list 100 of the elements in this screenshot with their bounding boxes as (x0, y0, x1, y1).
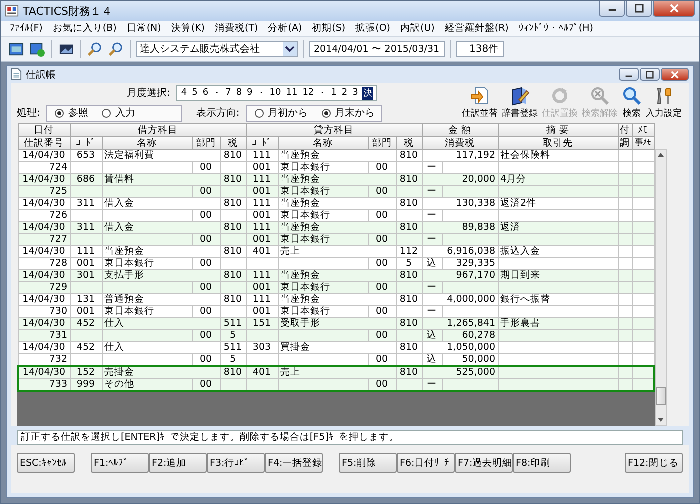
amount-cell: 130,338 (422, 198, 498, 210)
account-cell: 支払手形 (102, 270, 220, 282)
status-message: 訂正する仕訳を選択し[ENTER]ｷｰで決定します。削除する場合は[F5]ｷｰを押します。 (17, 430, 683, 445)
menu-item[interactable]: 経営羅針盤(R) (440, 22, 514, 35)
amount-cell: 1,050,000 (422, 342, 498, 354)
company-dropdown[interactable]: 達人システム販売株式会社 (136, 41, 298, 57)
month-option[interactable]: 1 (330, 88, 338, 98)
function-key-button[interactable]: F12:閉じる (625, 453, 683, 473)
journal-entry[interactable]: 14/04/30 653 法定福利費 810 111 当座預金 810 117,192 社会保険料 724 00 001 東日本銀行 00 ー (18, 150, 654, 174)
menu-item[interactable]: 初期(S) (307, 22, 351, 35)
month-option[interactable]: 10 (268, 88, 282, 98)
date-cell: 14/04/30 (18, 150, 70, 162)
scroll-thumb[interactable] (656, 387, 666, 405)
summary-cell: 返済2件 (498, 198, 618, 210)
function-key-button[interactable]: ESC:ｷｬﾝｾﾙ (17, 453, 75, 473)
column-header: 日付 (18, 124, 70, 136)
close-button[interactable] (653, 1, 695, 17)
radio-option[interactable]: 参照 (55, 106, 88, 120)
radio-option[interactable]: 入力 (102, 106, 136, 120)
menu-item[interactable]: 決算(K) (166, 22, 210, 35)
code-cell: 151 (246, 318, 278, 330)
month-option[interactable]: 12 (302, 88, 316, 98)
function-key-button[interactable]: F6:日付ｻｰﾁ (397, 453, 455, 473)
menu-item[interactable]: 内訳(U) (396, 22, 440, 35)
account-cell: 受取手形 (278, 318, 396, 330)
code-cell: 653 (70, 150, 102, 162)
action-button[interactable]: 入力設定 (645, 86, 683, 120)
window-title: 仕訳帳 (26, 68, 56, 82)
action-button[interactable]: 仕訳並替 (461, 86, 499, 120)
menu-item[interactable]: 拡張(O) (350, 22, 396, 35)
tax-code-cell: 810 (220, 246, 246, 258)
account-cell: 仕入 (102, 318, 220, 330)
menu-item[interactable]: 分析(A) (263, 22, 308, 35)
minimize-button[interactable] (599, 1, 625, 17)
function-key-button[interactable]: F7:過去明細 (455, 453, 513, 473)
month-option[interactable]: 4 (180, 88, 188, 98)
action-button[interactable]: 辞書登録 (501, 86, 539, 120)
scrollbar[interactable] (655, 149, 667, 426)
radio-button[interactable] (254, 108, 264, 118)
month-option[interactable]: 2 (340, 88, 349, 98)
journal-entry[interactable]: 14/04/30 452 仕入 511 303 買掛金 810 1,050,000 732 00 5 00 込 50,000 (18, 342, 654, 366)
month-option[interactable]: 6 (202, 88, 210, 98)
code-cell: 311 (70, 198, 102, 210)
function-key-button[interactable]: F3:行ｺﾋﾟｰ (207, 453, 265, 473)
journal-entry[interactable]: 14/04/30 131 普通預金 810 111 当座預金 810 4,000,000 銀行へ振替 730 001 東日本銀行 00 001 東日本銀行 00 ー (18, 294, 654, 318)
radio-button[interactable] (322, 108, 331, 118)
column-header: 借方科目 (70, 124, 246, 136)
function-key-button[interactable]: F8:印刷 (513, 453, 571, 473)
menu-item[interactable]: 消費税(T) (210, 22, 264, 35)
month-option[interactable]: 3 (352, 88, 360, 98)
tax-code-cell: 810 (396, 198, 422, 210)
function-key-button[interactable]: F4:一括登録 (265, 453, 323, 473)
journal-entry[interactable]: 14/04/30 111 当座預金 810 401 売上 112 6,916,038 振込入金 728 001 東日本銀行 00 00 5 込 329,335 (18, 246, 654, 270)
action-button[interactable]: 検索 (621, 86, 643, 120)
tax-code-cell: 810 (220, 150, 246, 162)
amount-cell: 1,265,841 (422, 318, 498, 330)
close-button[interactable] (661, 68, 689, 81)
radio-option[interactable]: 月末から (322, 106, 375, 120)
radio-button[interactable] (102, 108, 112, 118)
minimize-button[interactable] (619, 68, 639, 81)
menu-item[interactable]: お気に入り(B) (48, 22, 122, 35)
function-key-button[interactable]: F1:ﾍﾙﾌﾟ (91, 453, 149, 473)
radio-option[interactable]: 月初から (254, 106, 308, 120)
menu-item[interactable]: ﾌｧｲﾙ(F) (5, 23, 48, 34)
journal-entry[interactable]: 14/04/30 301 支払手形 810 111 当座預金 810 967,170 期日到来 729 00 001 東日本銀行 00 ー (18, 270, 654, 294)
journal-entry[interactable]: 14/04/30 452 仕入 511 151 受取手形 810 1,265,841 手形裏書 731 00 5 00 込 60,278 (18, 318, 654, 342)
toolbar-button[interactable] (86, 40, 104, 58)
maximize-button[interactable] (640, 68, 660, 81)
date-cell: 14/04/30 (18, 222, 70, 234)
account-cell: 仕入 (102, 342, 220, 354)
account-cell: 当座預金 (278, 150, 396, 162)
function-key-button[interactable]: F2:追加 (149, 453, 207, 473)
month-option[interactable]: 9 (246, 88, 254, 98)
month-option[interactable]: 5 (191, 88, 199, 98)
radio-button[interactable] (55, 108, 64, 118)
column-header: 名称 (278, 136, 368, 150)
journal-entry[interactable]: 14/04/30 152 売掛金 810 401 売上 810 525,000 733 999 その他 00 00 ー (18, 366, 654, 391)
menu-item[interactable]: ｳｨﾝﾄﾞｳ・ﾍﾙﾌﾟ(H) (514, 23, 598, 34)
window-title: TACTICS財務１４ (23, 4, 113, 18)
tax-code-cell: 810 (396, 366, 422, 378)
month-option[interactable]: 決 (362, 86, 374, 100)
code-cell: 311 (70, 222, 102, 234)
code-cell: 301 (70, 270, 102, 282)
journal-entry[interactable]: 14/04/30 311 借入金 810 111 当座預金 810 89,838 返済 727 00 001 東日本銀行 00 ー (18, 222, 654, 246)
month-option[interactable]: 11 (285, 88, 299, 98)
journal-entry[interactable]: 14/04/30 311 借入金 810 111 当座預金 810 130,338 返済2件 726 00 001 東日本銀行 00 ー (18, 198, 654, 222)
month-option[interactable]: 7 (224, 88, 232, 98)
maximize-button[interactable] (626, 1, 652, 17)
summary-cell: 期日到来 (498, 270, 618, 282)
period-field: 2014/04/01 〜 2015/03/31 (309, 41, 445, 57)
summary-cell: 振込入金 (498, 246, 618, 258)
menu-item[interactable]: 日常(N) (122, 22, 166, 35)
function-key-button[interactable]: F5:削除 (339, 453, 397, 473)
separator-dot: ・ (212, 88, 222, 100)
month-option[interactable]: 8 (235, 88, 244, 98)
code-cell: 111 (246, 294, 278, 306)
tax-code-cell: 810 (396, 222, 422, 234)
separator-dot: ・ (318, 88, 328, 100)
journal-entry[interactable]: 14/04/30 686 賃借料 810 111 当座預金 810 20,000 4月分 725 00 001 東日本銀行 00 ー (18, 174, 654, 198)
toolbar-button[interactable] (107, 40, 125, 58)
